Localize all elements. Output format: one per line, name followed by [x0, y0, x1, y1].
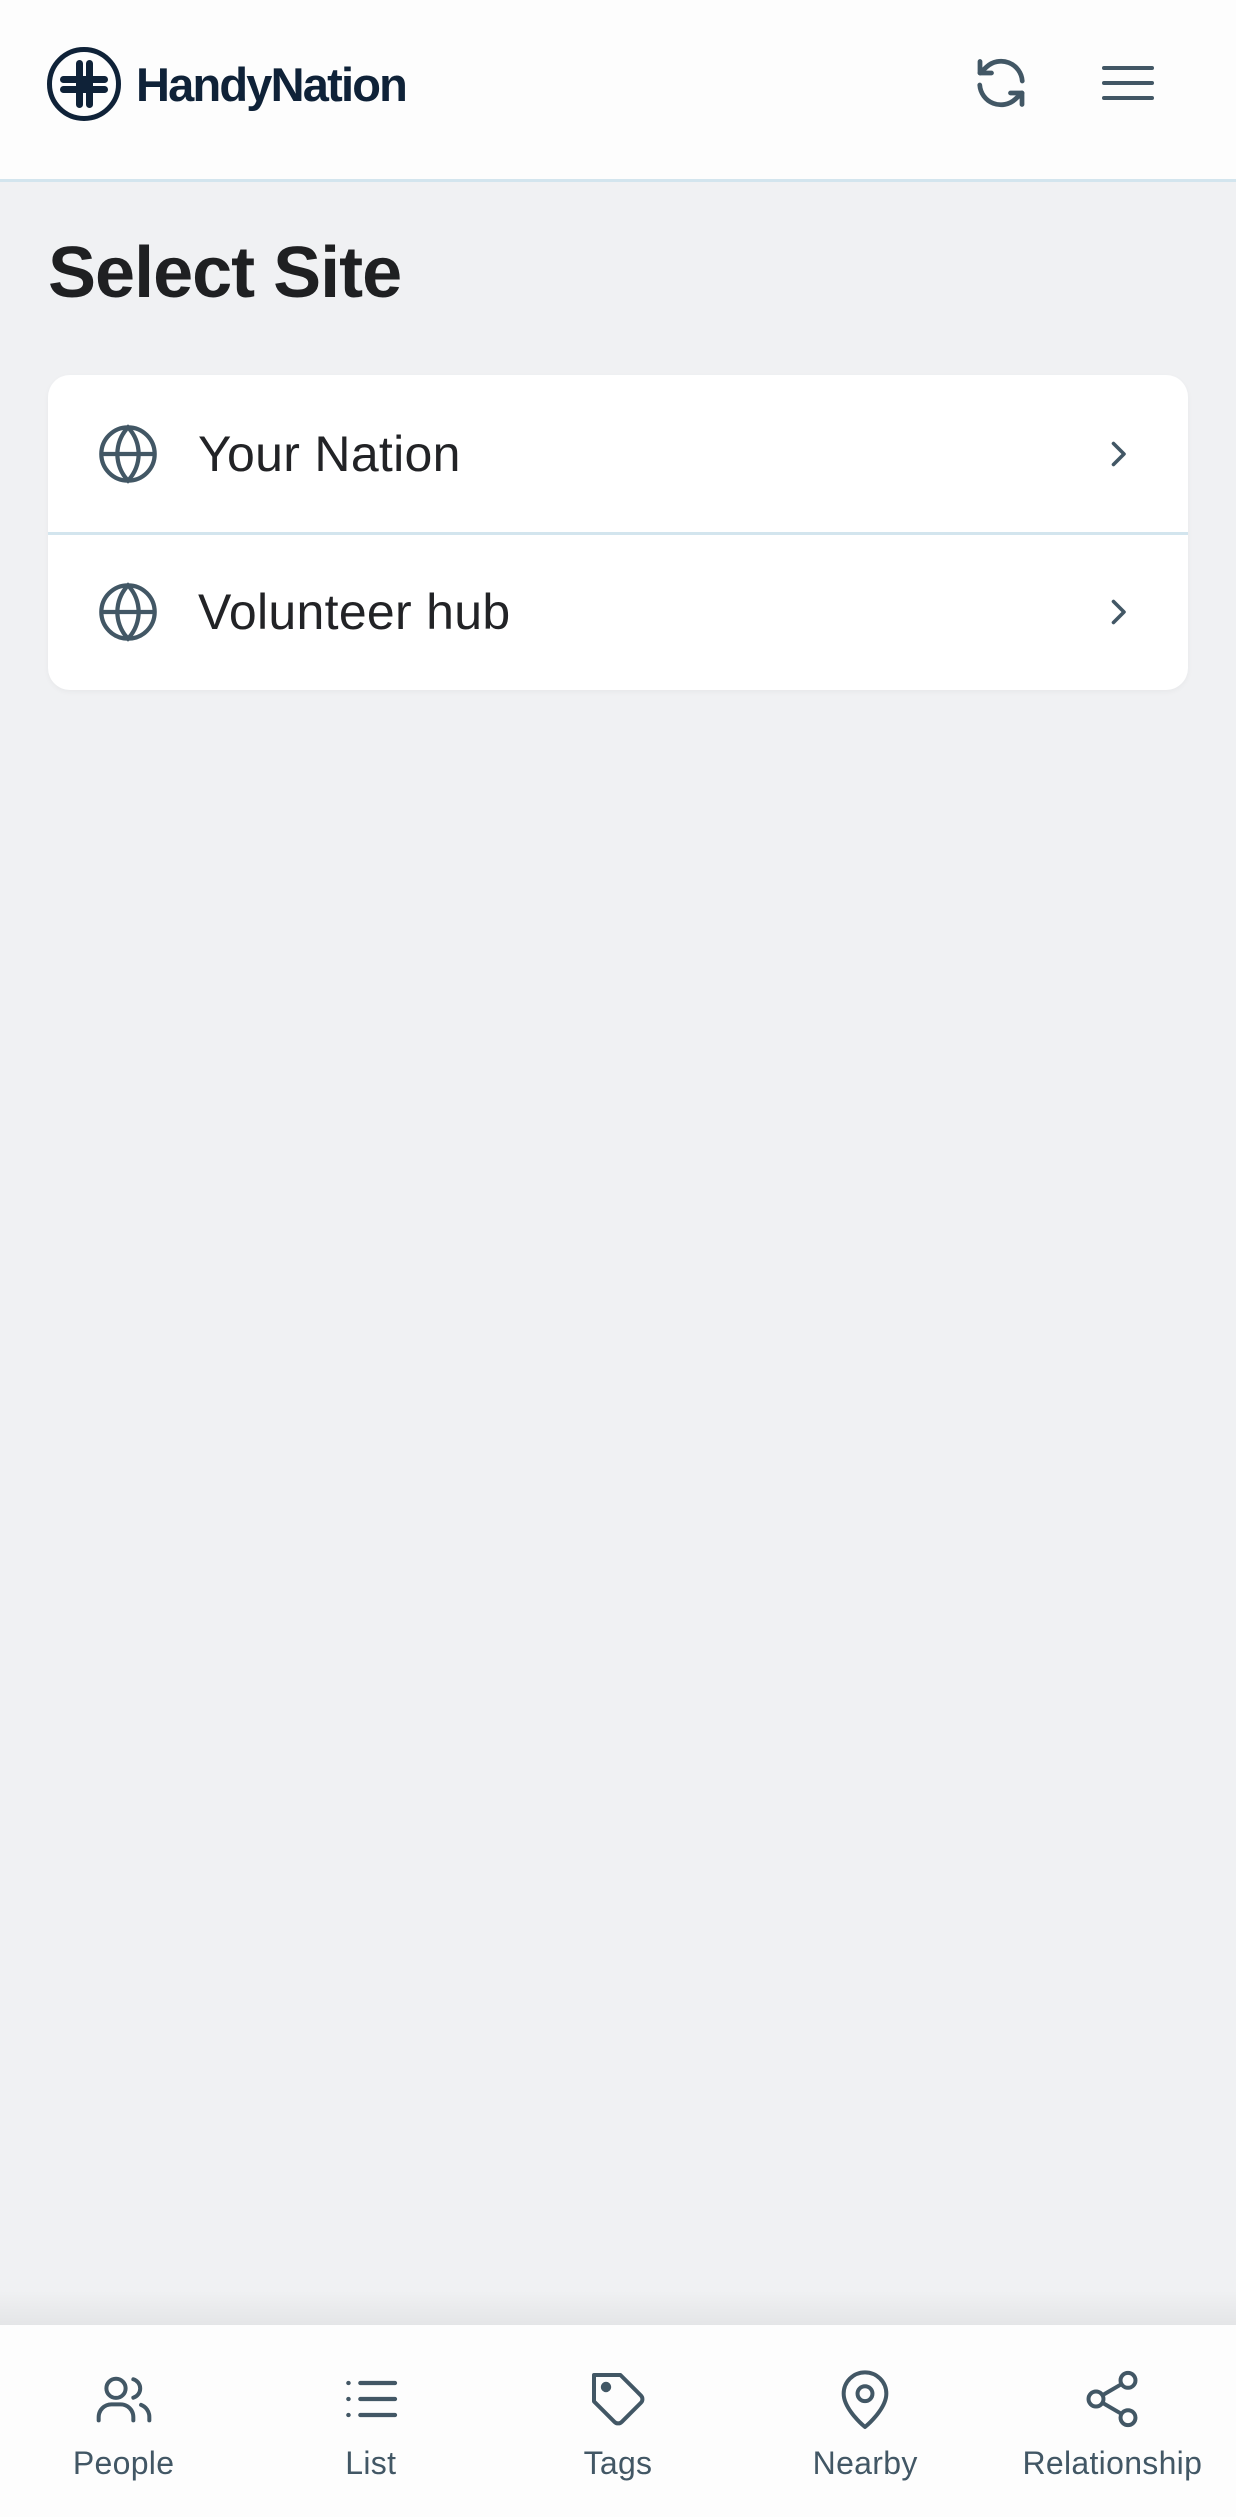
tag-icon — [591, 2373, 645, 2426]
handynation-logo-icon — [47, 47, 121, 121]
site-item-label: Volunteer hub — [198, 584, 511, 640]
people-icon — [96, 2376, 151, 2423]
bottom-nav-shadow — [0, 2290, 1236, 2326]
app-root: HandyNation Select Site Your Nation Volu… — [0, 0, 1236, 2517]
brand-logo[interactable]: HandyNation — [46, 46, 408, 122]
chevron-right-icon — [1111, 441, 1126, 466]
site-item-label: Your Nation — [198, 425, 461, 482]
site-item-your-nation[interactable]: Your Nation — [48, 375, 1188, 532]
map-pin-icon — [841, 2370, 889, 2429]
refresh-button[interactable] — [956, 46, 1046, 120]
site-item-volunteer-hub[interactable]: Volunteer hub — [48, 532, 1188, 689]
globe-icon — [99, 582, 157, 642]
nav-item-relationship[interactable]: Relationship — [989, 2325, 1236, 2517]
refresh-icon — [977, 58, 1025, 108]
nav-label: List — [345, 2445, 397, 2481]
share-icon — [1086, 2370, 1138, 2428]
nav-label: Relationship — [1022, 2445, 1203, 2481]
nav-item-people[interactable]: People — [0, 2325, 247, 2517]
nav-label: Nearby — [812, 2445, 918, 2481]
menu-button[interactable] — [1083, 46, 1173, 120]
site-list: Your Nation Volunteer hub — [48, 375, 1188, 690]
nav-label: Tags — [583, 2445, 653, 2481]
nav-item-nearby[interactable]: Nearby — [742, 2325, 989, 2517]
nav-item-list[interactable]: List — [247, 2325, 494, 2517]
nav-label: People — [72, 2445, 175, 2481]
nav-item-tags[interactable]: Tags — [494, 2325, 741, 2517]
app-header: HandyNation — [0, 0, 1236, 182]
page-title: Select Site — [48, 233, 402, 313]
chevron-right-icon — [1111, 599, 1126, 625]
hamburger-menu-icon — [1102, 66, 1154, 100]
brand-name: HandyNation — [136, 57, 408, 111]
bottom-nav: People List Tags Nearby Relationship — [0, 2325, 1236, 2517]
globe-icon — [99, 423, 157, 484]
list-icon — [345, 2380, 397, 2418]
